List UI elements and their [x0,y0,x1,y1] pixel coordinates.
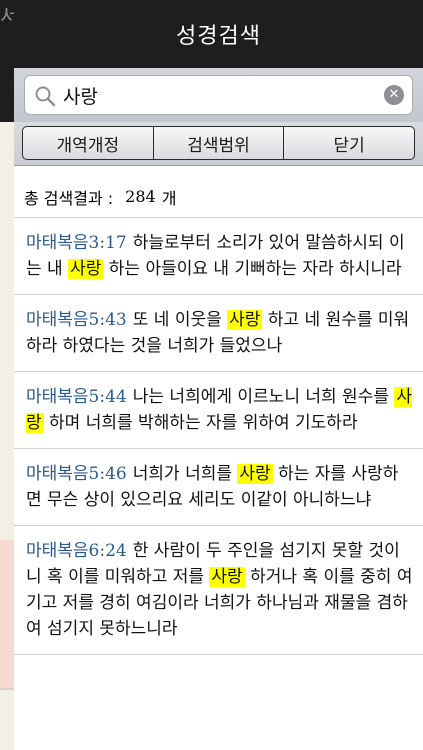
background-page: 서 [0,0,14,750]
verse-text: 너희가 너희를 [132,464,238,484]
page-title: 성경검색 [176,24,261,49]
title-bar: 성경검색 [14,0,423,68]
match-highlight: 사랑 [227,310,263,330]
verse-reference: 마태복음5:46 [26,464,127,484]
match-highlight: 사랑 [68,259,104,279]
match-highlight: 사랑 [237,464,273,484]
search-field[interactable]: ✕ [24,75,413,115]
results-list: 마태복음3:17 하늘로부터 소리가 있어 말씀하시되 이는 내 사랑 하는 아들… [14,218,423,655]
list-item[interactable]: 마태복음5:46 너희가 너희를 사랑 하는 자를 사랑하면 무슨 상이 있으리요… [14,449,423,526]
search-icon [35,86,56,107]
list-item[interactable]: 마태복음5:44 나는 너희에게 이르노니 너희 원수를 사랑 하며 너희를 박해… [14,372,423,449]
verse-reference: 마태복음3:17 [26,233,127,253]
result-count-label: 총 검색결과 : [24,188,114,208]
background-page-text-fragment: 서 [0,4,14,28]
background-page-highlight-band [0,540,14,690]
list-item[interactable]: 마태복음6:24 한 사람이 두 주인을 섬기지 못할 것이니 혹 이를 미워하고… [14,526,423,655]
background-page-divider [0,688,14,690]
close-button[interactable]: 닫기 [284,127,414,159]
toolbar: 개역개정 검색범위 닫기 [14,122,423,166]
verse-reference: 마태복음5:44 [26,387,127,407]
result-count: 총 검색결과 : 284 개 [14,176,423,218]
search-bar: ✕ [14,68,423,122]
verse-text: 또 네 이웃을 [132,310,228,330]
list-item[interactable]: 마태복음3:17 하늘로부터 소리가 있어 말씀하시되 이는 내 사랑 하는 아들… [14,218,423,295]
match-highlight: 사랑 [209,567,245,587]
result-count-unit: 개 [161,188,177,208]
version-button[interactable]: 개역개정 [23,127,154,159]
verse-reference: 마태복음6:24 [26,541,127,561]
search-panel: 성경검색 ✕ 개역개정 검색범위 닫기 총 검색결과 : 284 개 마태복음3… [14,0,423,750]
verse-text: 나는 너희에게 이르노니 너희 원수를 [132,387,395,407]
search-range-button[interactable]: 검색범위 [154,127,285,159]
verse-text: 하는 아들이요 내 기뻐하는 자라 하시니라 [103,259,402,279]
result-count-number: 284 [125,187,156,206]
clear-icon[interactable]: ✕ [384,85,404,105]
verse-reference: 마태복음5:43 [26,310,127,330]
search-input[interactable] [63,76,363,114]
verse-text: 하며 너희를 박해하는 자를 위하여 기도하라 [43,413,358,433]
list-item[interactable]: 마태복음5:43 또 네 이웃을 사랑 하고 네 원수를 미워하라 하였다는 것을… [14,295,423,372]
segmented-control: 개역개정 검색범위 닫기 [22,126,415,160]
